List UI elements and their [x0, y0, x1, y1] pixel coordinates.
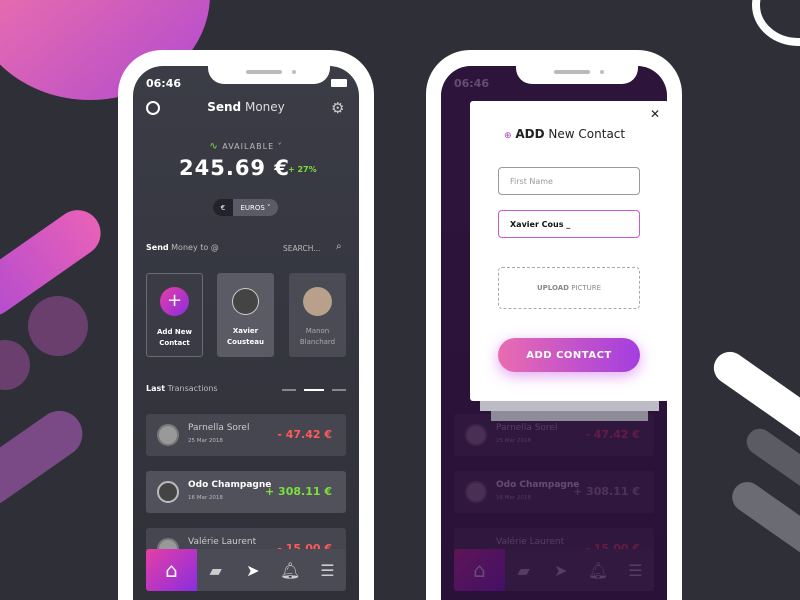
status-time: 06:46	[146, 77, 182, 90]
menu-icon[interactable]: ☰	[309, 561, 346, 580]
balance-amount: 245.69 €	[179, 156, 290, 180]
pulse-icon: ∿	[209, 141, 219, 152]
decor-bar	[732, 482, 800, 558]
modal-stack-card	[491, 411, 648, 421]
transaction-amount: - 47.42 €	[277, 428, 332, 441]
screen: 06:46 Send Money 245.69 € Parnella Sorel…	[441, 66, 669, 600]
decor-bar	[0, 410, 83, 506]
first-name-input[interactable]: First Name	[498, 167, 640, 195]
contact-card[interactable]: Manon Blanchard	[289, 273, 346, 357]
modal-title: ⊕ ADD New Contact	[504, 127, 626, 141]
contact-name: Manon Blanchard	[299, 327, 336, 346]
decor-dot	[0, 340, 30, 390]
pager[interactable]	[282, 389, 346, 391]
add-contact-card[interactable]: + Add New Contact	[146, 273, 203, 357]
send-icon[interactable]: ➤	[234, 561, 271, 580]
notch	[516, 66, 638, 84]
contact-name: Add New Contact	[157, 328, 192, 347]
transaction-row[interactable]: Odo Champagne 16 Mar 2018 + 308.11 €	[146, 471, 346, 513]
contact-card[interactable]: Xavier Cousteau	[217, 273, 274, 357]
search-input[interactable]: SEARCH...	[283, 244, 320, 253]
battery-icon	[331, 79, 347, 87]
send-money-label: Send Money to @	[146, 243, 219, 252]
avatar	[303, 287, 332, 316]
decor-ring	[752, 0, 800, 46]
wallet-icon[interactable]: ▰	[197, 561, 234, 580]
notch	[208, 66, 330, 84]
available-dropdown[interactable]: ∿ AVAILABLE ˅	[133, 141, 359, 152]
name-input[interactable]: Xavier Cous _	[498, 210, 640, 238]
transaction-row[interactable]: Parnella Sorel 25 Mar 2018 - 47.42 €	[146, 414, 346, 456]
modal-stack-card	[480, 401, 659, 411]
phone-send-money: 06:46 Send Money ⚙ ∿ AVAILABLE ˅ 245.69 …	[118, 50, 374, 600]
transaction-date: 16 Mar 2018	[188, 495, 223, 501]
bottom-nav: ⌂ ▰ ➤ 🔔︎ ☰	[146, 549, 346, 591]
currency-select[interactable]: € EUROS ˅	[213, 199, 278, 216]
avatar	[232, 288, 259, 315]
transaction-date: 25 Mar 2018	[188, 438, 223, 444]
phone-add-contact: 06:46 Send Money 245.69 € Parnella Sorel…	[426, 50, 682, 600]
decor-dot	[28, 296, 88, 356]
add-contact-modal: ✕ ⊕ ADD New Contact First Name Xavier Co…	[470, 101, 669, 401]
avatar	[157, 424, 179, 446]
currency-label: EUROS ˅	[240, 203, 271, 212]
balance-change: + 27%	[288, 165, 317, 174]
plus-icon: +	[160, 287, 189, 316]
plus-circle-icon: ⊕	[504, 131, 512, 141]
search-icon[interactable]: ⌕	[336, 241, 342, 252]
transaction-name: Valérie Laurent	[188, 537, 257, 547]
transaction-amount: + 308.11 €	[265, 485, 332, 498]
contact-name: Xavier Cousteau	[227, 327, 264, 346]
upload-picture-button[interactable]: UPLOAD PICTURE	[498, 267, 640, 309]
avatar	[157, 481, 179, 503]
screen: 06:46 Send Money ⚙ ∿ AVAILABLE ˅ 245.69 …	[133, 66, 359, 600]
add-contact-button[interactable]: ADD CONTACT	[498, 338, 640, 372]
transaction-name: Odo Champagne	[188, 480, 272, 490]
bell-icon[interactable]: 🔔︎	[272, 561, 309, 580]
transaction-name: Parnella Sorel	[188, 423, 250, 433]
close-icon[interactable]: ✕	[650, 107, 660, 121]
home-icon[interactable]: ⌂	[146, 549, 197, 591]
gear-icon[interactable]: ⚙	[331, 99, 344, 117]
transactions-header: Last Transactions	[146, 384, 218, 393]
page-title: Send Money	[207, 100, 285, 114]
currency-symbol: €	[213, 199, 233, 216]
